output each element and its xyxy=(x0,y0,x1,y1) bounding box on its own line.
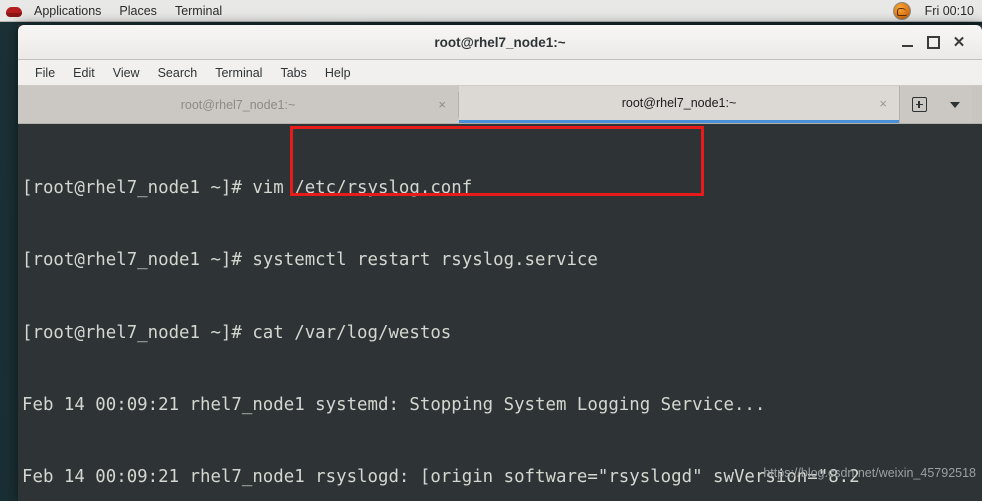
maximize-button[interactable] xyxy=(920,30,946,54)
window-title: root@rhel7_node1:~ xyxy=(434,34,566,50)
terminal-tab-1-label: root@rhel7_node1:~ xyxy=(180,97,296,112)
terminal-screen[interactable]: [root@rhel7_node1 ~]# vim /etc/rsyslog.c… xyxy=(18,124,982,500)
top-panel-left: Applications Places Terminal xyxy=(0,0,231,21)
panel-menu-applications[interactable]: Applications xyxy=(25,0,110,21)
terminal-line: [root@rhel7_node1 ~]# systemctl restart … xyxy=(22,250,598,271)
clock-label[interactable]: Fri 00:10 xyxy=(925,4,974,18)
top-panel-right: Fri 00:10 xyxy=(892,0,982,21)
tab-actions xyxy=(899,86,972,123)
window-controls: ✕ xyxy=(894,25,982,59)
panel-menu-terminal[interactable]: Terminal xyxy=(166,0,231,21)
menu-item-tabs[interactable]: Tabs xyxy=(271,60,315,86)
panel-menu-applications-label: Applications xyxy=(34,3,102,18)
terminal-tab-1-close-icon[interactable]: × xyxy=(438,98,446,111)
close-button[interactable]: ✕ xyxy=(946,30,972,54)
terminal-tab-2-label: root@rhel7_node1:~ xyxy=(621,96,737,110)
terminal-line: Feb 14 00:09:21 rhel7_node1 systemd: Sto… xyxy=(22,395,766,416)
menu-item-terminal[interactable]: Terminal xyxy=(206,60,271,86)
terminal-tab-2-close-icon[interactable]: × xyxy=(879,97,887,110)
terminal-tab-2[interactable]: root@rhel7_node1:~ × xyxy=(459,86,899,123)
watermark-label: https://blog.csdn.net/weixin_45792518 xyxy=(763,466,976,480)
tab-bar: root@rhel7_node1:~ × root@rhel7_node1:~ … xyxy=(18,86,982,124)
menu-item-help[interactable]: Help xyxy=(316,60,360,86)
minimize-button[interactable] xyxy=(894,30,920,54)
red-hat-logo-icon[interactable] xyxy=(6,4,23,18)
power-settings-icon[interactable] xyxy=(892,1,911,20)
menu-item-view[interactable]: View xyxy=(104,60,149,86)
terminal-tab-1[interactable]: root@rhel7_node1:~ × xyxy=(18,86,458,123)
window-title-bar[interactable]: root@rhel7_node1:~ ✕ xyxy=(18,25,982,60)
menu-bar: File Edit View Search Terminal Tabs Help xyxy=(18,60,982,86)
terminal-line: [root@rhel7_node1 ~]# vim /etc/rsyslog.c… xyxy=(22,178,473,199)
menu-item-file[interactable]: File xyxy=(26,60,64,86)
terminal-window: root@rhel7_node1:~ ✕ File Edit View Sear… xyxy=(18,25,982,501)
panel-menu-terminal-label: Terminal xyxy=(174,3,223,18)
panel-menu-places[interactable]: Places xyxy=(110,0,166,21)
terminal-line: [root@rhel7_node1 ~]# cat /var/log/westo… xyxy=(22,322,452,343)
chevron-down-icon[interactable] xyxy=(950,101,961,108)
gnome-top-panel: Applications Places Terminal Fri 00:10 xyxy=(0,0,982,22)
menu-item-search[interactable]: Search xyxy=(149,60,207,86)
new-tab-icon[interactable] xyxy=(911,97,927,112)
terminal-output: [root@rhel7_node1 ~]# vim /etc/rsyslog.c… xyxy=(22,128,982,500)
panel-menu-places-label: Places xyxy=(119,3,157,18)
menu-item-edit[interactable]: Edit xyxy=(64,60,104,86)
